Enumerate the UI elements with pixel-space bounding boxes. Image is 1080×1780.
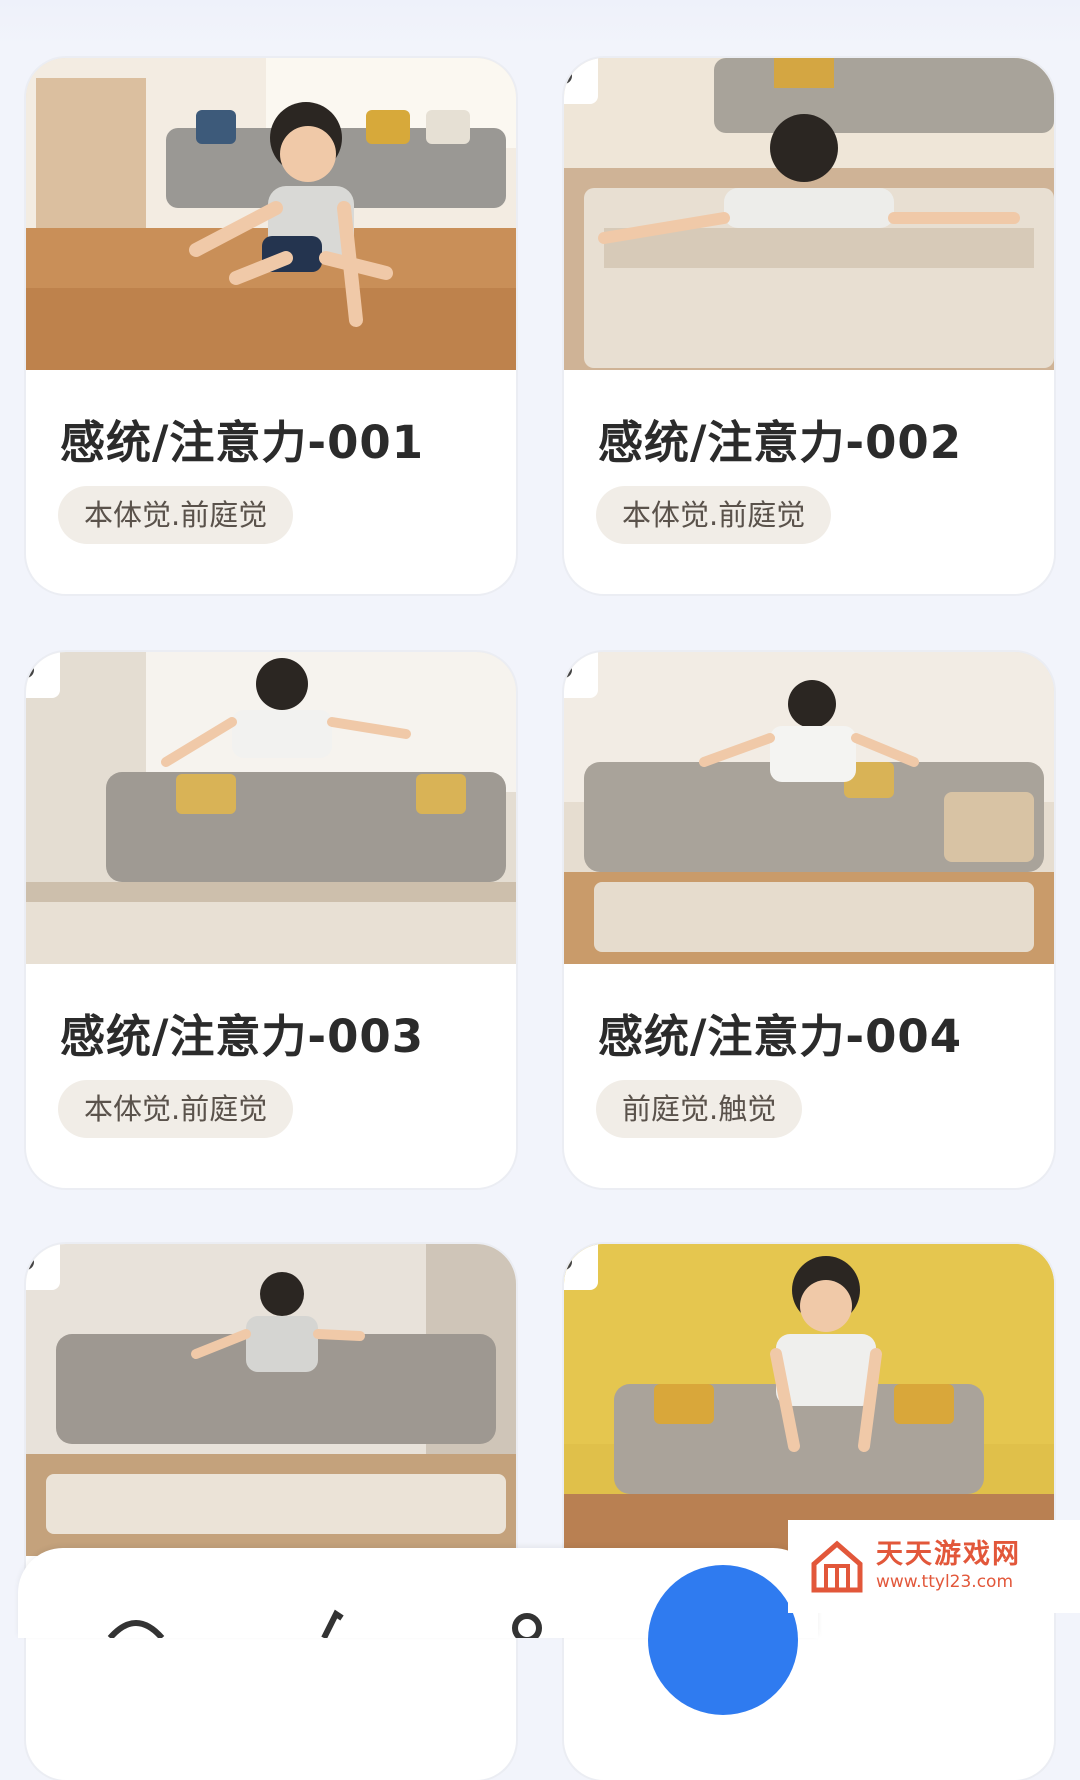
course-icon[interactable]: [318, 1602, 348, 1648]
course-card-5[interactable]: [26, 1244, 516, 1780]
lock-icon: [26, 652, 60, 698]
course-thumbnail: [26, 652, 516, 964]
course-title: 感统/注意力-004: [598, 1010, 963, 1063]
course-card-6[interactable]: [564, 1244, 1054, 1780]
course-thumbnail: [26, 58, 516, 370]
course-tag: 本体觉.前庭觉: [58, 486, 294, 544]
course-card-3[interactable]: 感统/注意力-003 本体觉.前庭觉: [26, 652, 516, 1188]
floating-action-button[interactable]: [648, 1565, 798, 1715]
lock-icon: [564, 652, 598, 698]
course-thumbnail: [564, 58, 1054, 370]
course-card-4[interactable]: 感统/注意力-004 前庭觉.触觉: [564, 652, 1054, 1188]
course-card-1[interactable]: 感统/注意力-001 本体觉.前庭觉: [26, 58, 516, 594]
profile-icon[interactable]: [510, 1602, 544, 1648]
course-tag: 前庭觉.触觉: [596, 1080, 803, 1138]
course-thumbnail: [564, 1244, 1054, 1556]
course-grid: 感统/注意力-001 本体觉.前庭觉 感统/注意力-002 本体觉.前庭觉 感统…: [0, 0, 1080, 1780]
course-tag: 本体觉.前庭觉: [58, 1080, 294, 1138]
course-card-2[interactable]: 感统/注意力-002 本体觉.前庭觉: [564, 58, 1054, 594]
lock-icon: [26, 1244, 60, 1290]
watermark-badge: 天天游戏网 www.ttyl23.com: [788, 1520, 1080, 1613]
watermark-name: 天天游戏网: [876, 1539, 1021, 1570]
course-thumbnail: [564, 652, 1054, 964]
home-icon[interactable]: [106, 1602, 166, 1648]
lock-icon: [564, 1244, 598, 1290]
course-thumbnail: [26, 1244, 516, 1556]
house-logo-icon: [811, 1540, 863, 1593]
course-title: 感统/注意力-001: [60, 416, 425, 469]
course-title: 感统/注意力-003: [60, 1010, 425, 1063]
course-title: 感统/注意力-002: [598, 416, 963, 469]
watermark-url: www.ttyl23.com: [876, 1572, 1014, 1592]
course-tag: 本体觉.前庭觉: [596, 486, 832, 544]
lock-icon: [564, 58, 598, 104]
